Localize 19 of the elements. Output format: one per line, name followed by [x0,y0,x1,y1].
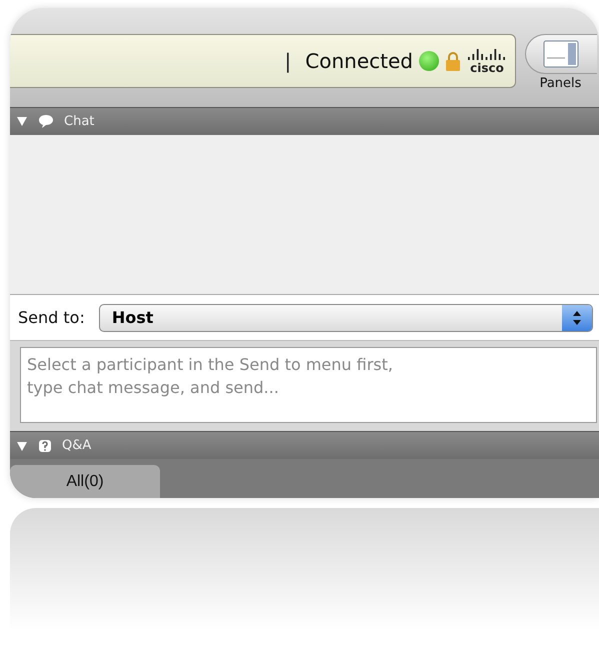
send-to-dropdown[interactable]: Host [98,304,593,332]
send-to-label: Send to: [18,308,85,328]
logo-text: cisco [470,62,504,74]
panels-button[interactable] [524,34,596,74]
separator: | [284,49,292,73]
speech-bubble-icon [38,114,54,128]
padlock-icon [445,51,461,71]
signal-bars-icon [467,48,507,62]
panels-icon [543,40,579,68]
section-title: Q&A [62,438,92,454]
connection-status: Connected [305,49,413,73]
disclosure-triangle-icon[interactable] [16,440,28,452]
disclosure-triangle-icon[interactable] [16,115,28,128]
message-field[interactable]: Select a participant in the Send to menu first, type chat message, and send... [20,347,597,424]
panels-label: Panels [540,76,582,91]
filter-tab[interactable]: All(0) [10,465,160,498]
question-icon [38,438,52,453]
stepper-arrows-icon [572,308,582,327]
section-title: Chat [64,114,94,129]
